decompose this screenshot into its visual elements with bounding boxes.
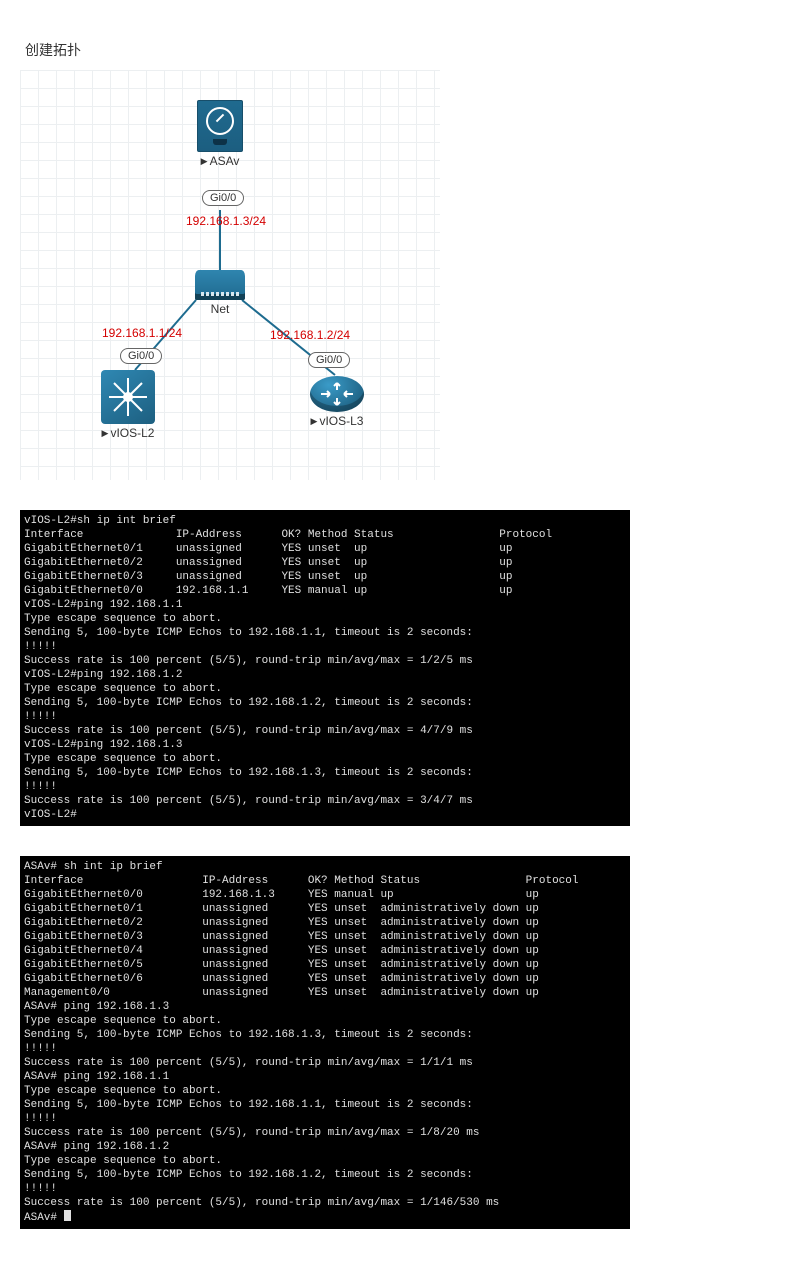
- port-vios-l2[interactable]: Gi0/0: [120, 348, 162, 364]
- topology-canvas[interactable]: ASAv Gi0/0 192.168.1.3/24 Net 192.168.1.…: [20, 70, 440, 480]
- page-title: 创建拓扑: [25, 40, 803, 60]
- port-vios-l3[interactable]: Gi0/0: [308, 352, 350, 368]
- ip-vios-l3: 192.168.1.2/24: [270, 328, 350, 342]
- node-vios-l3-label: vIOS-L3: [308, 414, 366, 428]
- terminal-asa[interactable]: ASAv# sh int ip brief Interface IP-Addre…: [20, 856, 630, 1229]
- node-asa-label: ASAv: [195, 154, 245, 168]
- port-asa[interactable]: Gi0/0: [202, 190, 244, 206]
- node-vios-l2[interactable]: vIOS-L2: [99, 370, 157, 440]
- terminal-asa-output: ASAv# sh int ip brief Interface IP-Addre…: [24, 861, 579, 1224]
- switch-icon: [101, 370, 155, 424]
- terminal-vios-l2-output: vIOS-L2#sh ip int brief Interface IP-Add…: [24, 515, 552, 821]
- node-vios-l3[interactable]: vIOS-L3: [308, 376, 366, 428]
- cursor-icon: [64, 1210, 71, 1221]
- hub-icon: [195, 270, 245, 300]
- router-icon: [310, 376, 364, 412]
- ip-asa: 192.168.1.3/24: [186, 214, 266, 228]
- terminal-vios-l2[interactable]: vIOS-L2#sh ip int brief Interface IP-Add…: [20, 510, 630, 826]
- node-vios-l2-label: vIOS-L2: [99, 426, 157, 440]
- node-net-label: Net: [194, 302, 246, 316]
- node-asa[interactable]: ASAv: [195, 100, 245, 168]
- ip-vios-l2: 192.168.1.1/24: [102, 326, 182, 340]
- firewall-icon: [197, 100, 243, 152]
- node-net[interactable]: Net: [194, 270, 246, 316]
